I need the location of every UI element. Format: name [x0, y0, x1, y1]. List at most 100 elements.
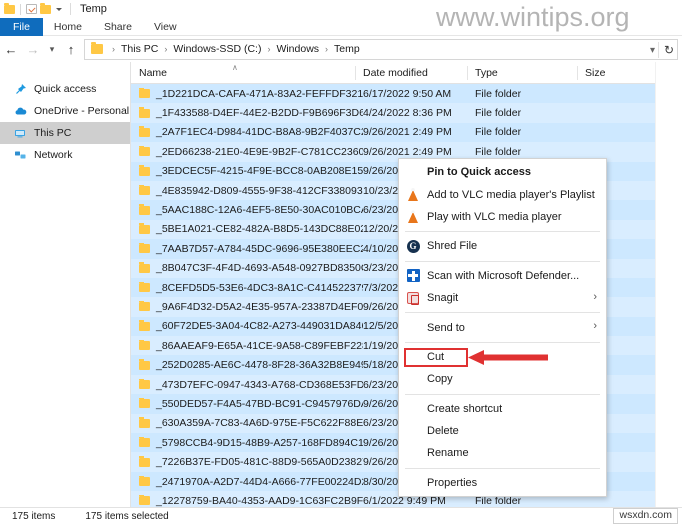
folder-icon [139, 223, 150, 234]
menu-item-scan-with-microsoft-defender[interactable]: Scan with Microsoft Defender... [399, 265, 606, 287]
table-row[interactable]: _2A7F1EC4-D984-41DC-B8A8-9B2F4037C2C6 9/2… [131, 122, 655, 143]
navigation-pane: Quick access OneDrive - Personal This PC… [0, 62, 131, 507]
menu-item-label: Properties [427, 476, 478, 489]
chevron-down-icon[interactable]: ▾ [650, 45, 655, 56]
menu-item-properties[interactable]: Properties [399, 472, 606, 494]
file-name-label: _5798CCB4-9D15-48B9-A257-168FD894C131 [156, 436, 363, 449]
file-name-cell: _473D7EFC-0947-4343-A768-CD368E53FDE6 [131, 378, 363, 391]
sidebar-item-label: Quick access [34, 83, 97, 95]
up-arrow-icon[interactable]: ↑ [60, 38, 82, 60]
network-icon [14, 149, 27, 162]
column-header-date-modified[interactable]: Date modified [355, 62, 467, 84]
file-name-label: _86AAEAF9-E65A-41CE-9A58-C89FEBF22839 [156, 339, 363, 352]
shred-icon: G [402, 237, 424, 255]
table-row[interactable]: _1D221DCA-CAFA-471A-83A2-FEFFDF32162A 6/1… [131, 84, 655, 104]
snagit-icon-glyph [407, 292, 419, 305]
sidebar-item-onedrive[interactable]: OneDrive - Personal [0, 100, 130, 122]
menu-item-copy[interactable]: Copy [399, 368, 606, 390]
menu-item-label: Add to VLC media player's Playlist [427, 188, 595, 201]
menu-item-rename[interactable]: Rename [399, 442, 606, 464]
menu-item-snagit[interactable]: Snagit › [399, 287, 606, 309]
menu-icon-none [402, 370, 424, 388]
tab-home[interactable]: Home [43, 18, 93, 36]
menu-separator [405, 231, 600, 233]
tab-share[interactable]: Share [93, 18, 143, 36]
sidebar-item-quick-access[interactable]: Quick access [0, 78, 130, 100]
sidebar-item-label: OneDrive - Personal [34, 105, 130, 117]
menu-item-pin-to-quick-access[interactable]: Pin to Quick access [399, 161, 606, 183]
menu-item-label: Scan with Microsoft Defender... [427, 269, 580, 282]
folder-icon [139, 300, 150, 312]
menu-item-label: Snagit [427, 292, 459, 305]
file-type-cell: File folder [475, 87, 522, 100]
tab-file[interactable]: File [0, 18, 43, 36]
defender-shield-icon-glyph [406, 269, 420, 283]
file-name-label: _550DED57-F4A5-47BD-BC91-C9457976DAD2 [156, 397, 363, 410]
menu-item-label: Create shortcut [427, 402, 503, 415]
column-headers: Name ∧ Date modified Type Size [131, 62, 682, 84]
folder-icon[interactable] [4, 2, 15, 14]
vlc-icon-glyph [407, 210, 419, 224]
menu-separator [405, 341, 600, 343]
status-selected-count: 175 items selected [85, 511, 169, 522]
menu-item-shred-file[interactable]: G Shred File [399, 235, 606, 257]
sidebar-item-network[interactable]: Network [0, 144, 130, 166]
file-type-cell: File folder [475, 107, 522, 120]
file-name-cell: _3EDCEC5F-4215-4F9E-BCC8-0AB208E154E8 [131, 165, 363, 177]
file-name-label: _7226B37E-FD05-481C-88D9-565A0D23827B [156, 456, 363, 469]
folder-icon [139, 417, 150, 428]
column-header-name[interactable]: Name ∧ [131, 62, 355, 84]
recent-locations-icon[interactable]: ▾ [44, 38, 60, 60]
shred-icon-glyph: G [406, 239, 420, 253]
breadcrumb[interactable]: › This PC › Windows-SSD (C:) › Windows ›… [84, 38, 678, 60]
folder-icon [139, 320, 150, 331]
folder-icon [139, 397, 150, 409]
menu-separator [405, 393, 600, 395]
file-name-cell: _8CEFD5D5-53E6-4DC3-8A1C-C41452237973 [131, 281, 363, 294]
breadcrumb-windows-ssd[interactable]: Windows-SSD (C:) [171, 43, 263, 55]
menu-separator [405, 260, 600, 262]
file-name-cell: _86AAEAF9-E65A-41CE-9A58-C89FEBF22839 [131, 339, 363, 352]
menu-item-delete[interactable]: Delete [399, 420, 606, 442]
column-header-type[interactable]: Type [467, 62, 577, 84]
file-name-label: _3EDCEC5F-4215-4F9E-BCC8-0AB208E154E8 [156, 165, 363, 178]
snagit-icon [402, 289, 424, 307]
properties-icon[interactable] [26, 4, 37, 14]
forward-arrow-icon[interactable]: → [22, 38, 44, 60]
menu-item-add-to-vlc-media-player-s-playlist[interactable]: Add to VLC media player's Playlist [399, 183, 606, 205]
breadcrumb-this-pc[interactable]: This PC [119, 43, 160, 55]
menu-separator [405, 312, 600, 314]
file-type-cell: File folder [475, 145, 522, 158]
submenu-chevron-icon: › [593, 290, 597, 303]
file-name-cell: _7AAB7D57-A784-45DC-9696-95E380EEC2B2 [131, 242, 363, 255]
column-header-size[interactable]: Size [577, 62, 657, 84]
file-name-label: _2A7F1EC4-D984-41DC-B8A8-9B2F4037C2C6 [156, 126, 363, 139]
address-bar: ← → ▾ ↑ › This PC › Windows-SSD (C:) › W… [0, 36, 682, 62]
status-item-count: 175 items [12, 511, 56, 522]
column-header-date-label: Date modified [363, 66, 428, 79]
menu-item-send-to[interactable]: Send to › [399, 316, 606, 338]
file-name-cell: _630A359A-7C83-4A6D-975E-F5C622F88E81 [131, 417, 363, 429]
file-name-cell: _2A7F1EC4-D984-41DC-B8A8-9B2F4037C2C6 [131, 126, 363, 138]
sidebar-item-label: Network [34, 149, 73, 161]
menu-item-play-with-vlc-media-player[interactable]: Play with VLC media player [399, 206, 606, 228]
menu-item-label: Play with VLC media player [427, 210, 562, 223]
vlc-icon-glyph [407, 188, 419, 202]
pc-icon [14, 127, 27, 140]
column-header-name-label: Name [139, 66, 168, 79]
breadcrumb-temp[interactable]: Temp [332, 43, 362, 55]
back-arrow-icon[interactable]: ← [0, 38, 22, 60]
customize-caret-icon[interactable] [56, 7, 62, 11]
tab-view[interactable]: View [143, 18, 188, 36]
refresh-icon[interactable]: ↻ [664, 43, 674, 57]
menu-item-create-shortcut[interactable]: Create shortcut [399, 398, 606, 420]
column-header-type-label: Type [475, 66, 498, 79]
scroll-gutter[interactable] [655, 62, 682, 507]
menu-item-cut[interactable]: Cut [399, 346, 606, 368]
new-folder-icon[interactable] [40, 2, 51, 14]
context-menu[interactable]: Pin to Quick access Add to VLC media play… [398, 158, 607, 498]
breadcrumb-windows[interactable]: Windows [274, 43, 321, 55]
sidebar-item-this-pc[interactable]: This PC [0, 122, 130, 144]
folder-icon [139, 145, 150, 157]
table-row[interactable]: _1F433588-D4EF-44E2-B2DD-F9B696F3D63B 4/2… [131, 103, 655, 123]
